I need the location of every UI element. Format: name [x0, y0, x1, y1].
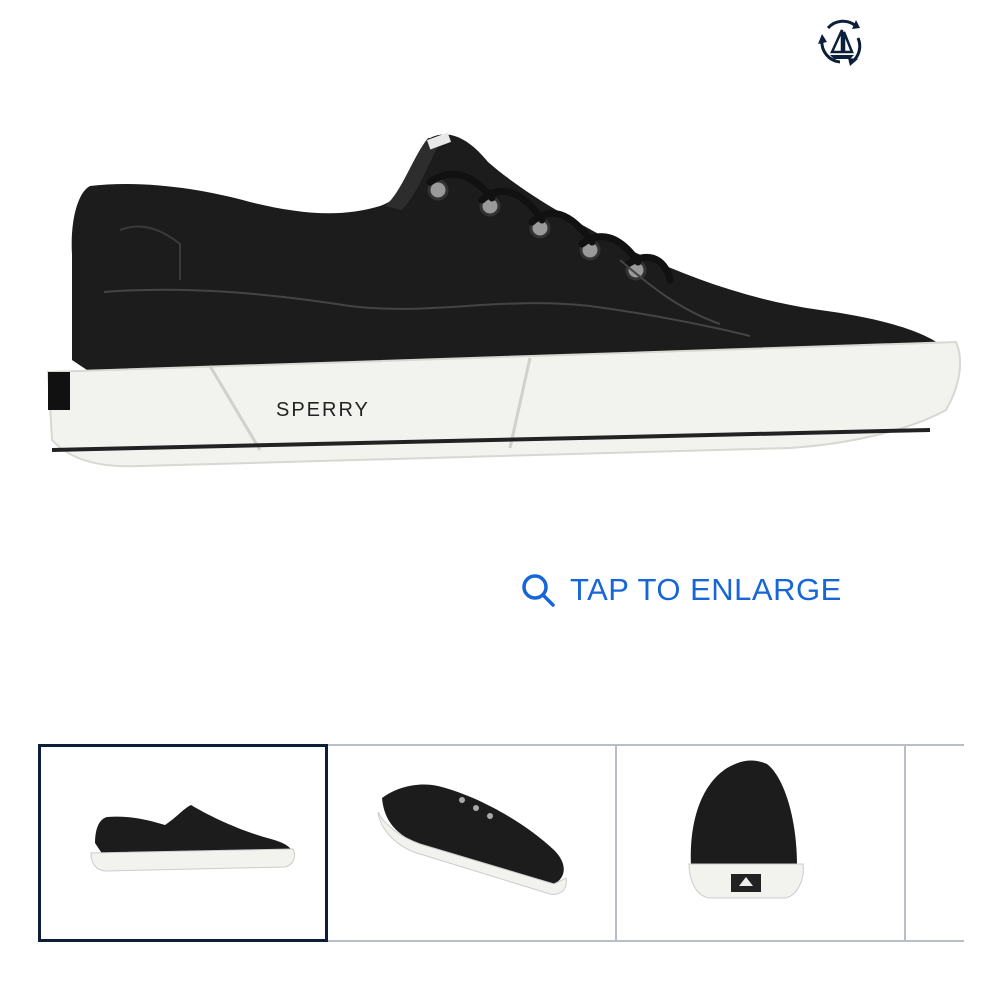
- thumbnail-strip: [38, 744, 964, 942]
- sole-brand-text: SPERRY: [276, 399, 370, 421]
- tap-to-enlarge-label: TAP TO ENLARGE: [570, 572, 842, 607]
- thumbnail-back-view[interactable]: [617, 744, 906, 942]
- product-gallery: SPERRY TAP TO ENLARGE: [0, 0, 1000, 1000]
- tap-to-enlarge-button[interactable]: TAP TO ENLARGE: [520, 566, 842, 614]
- thumbnail-side-view[interactable]: [38, 744, 328, 942]
- product-main-image[interactable]: SPERRY: [30, 110, 980, 490]
- magnifier-icon: [522, 574, 555, 607]
- sustainable-sailboat-icon: [812, 14, 870, 72]
- thumbnail-angled-view[interactable]: [328, 744, 617, 942]
- thumbnail-partial[interactable]: [906, 744, 964, 942]
